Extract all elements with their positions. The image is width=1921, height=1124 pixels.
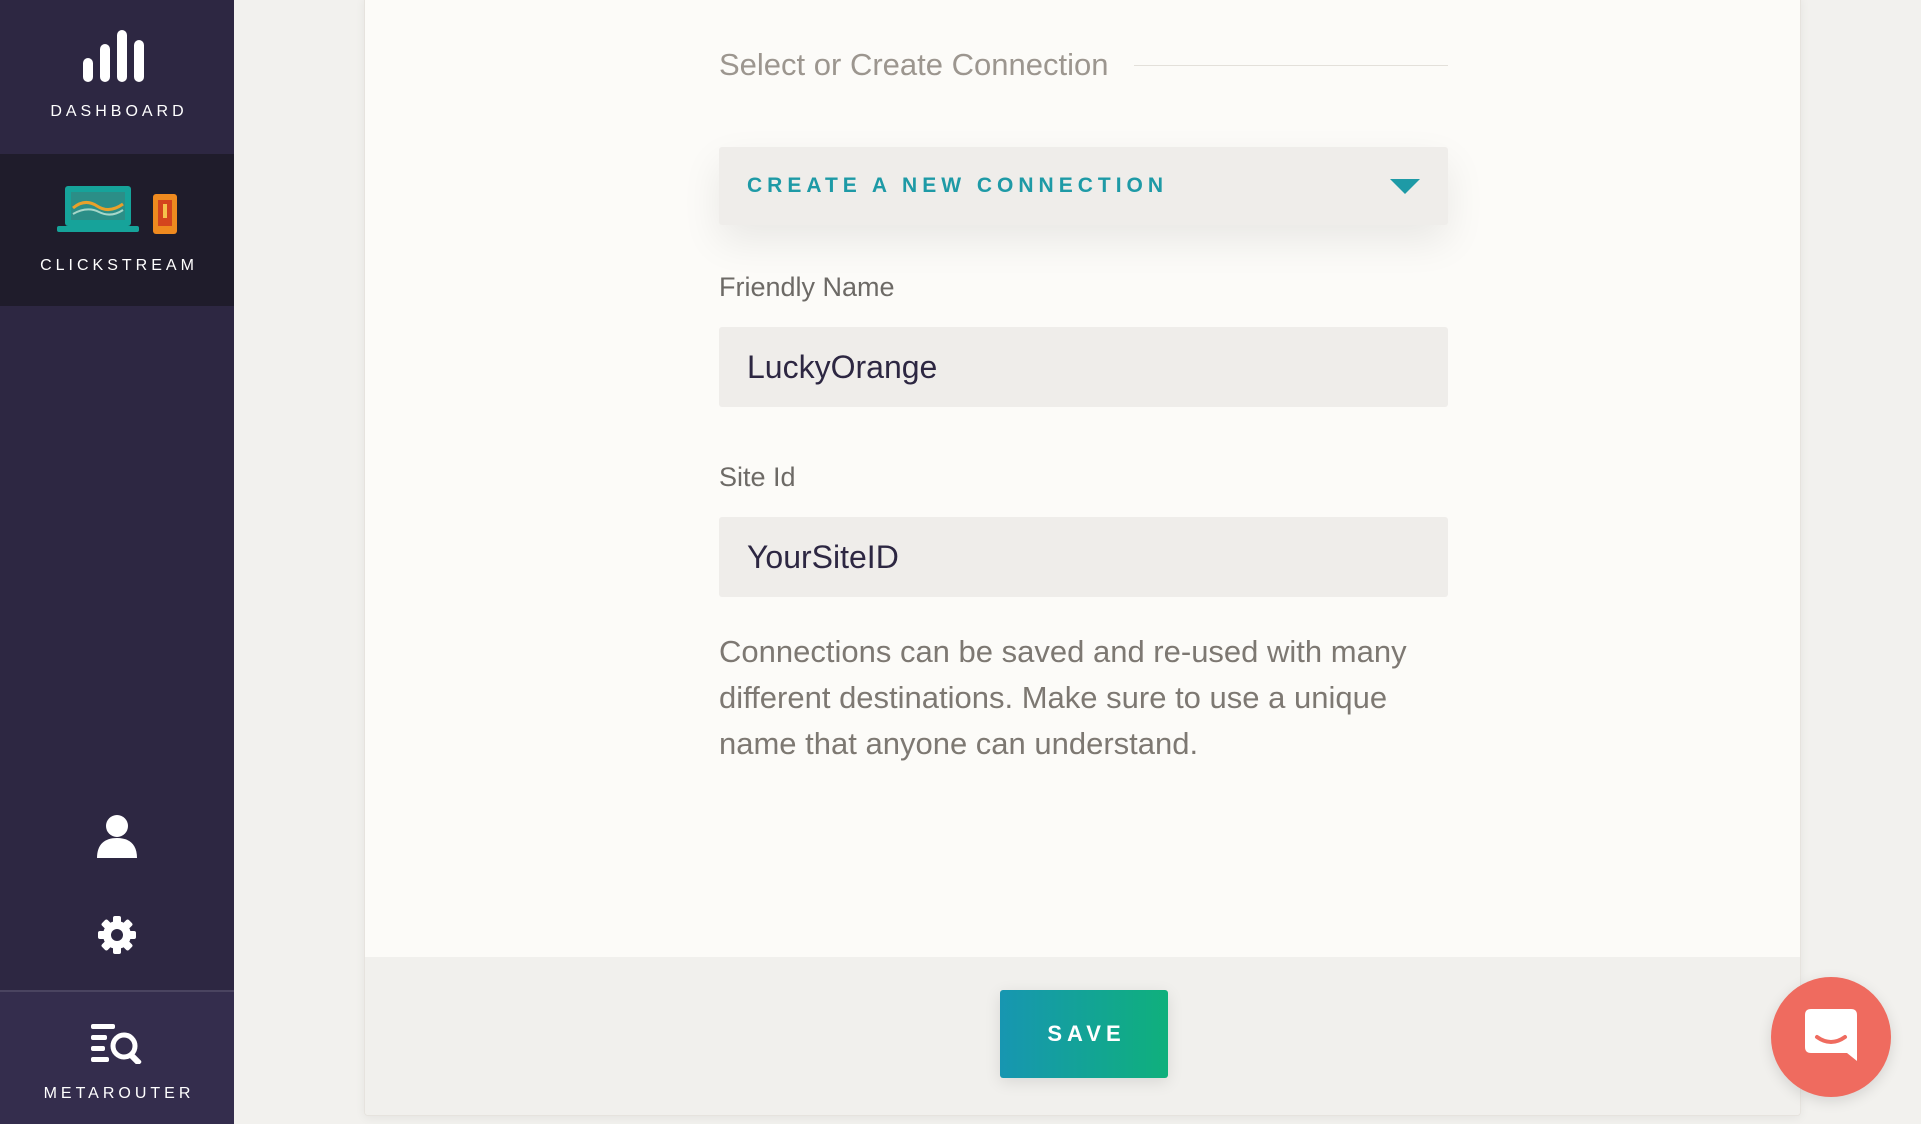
connection-select-value: CREATE A NEW CONNECTION	[747, 174, 1169, 197]
chat-launcher-button[interactable]	[1771, 977, 1891, 1097]
chevron-down-icon	[1390, 178, 1420, 194]
sidebar-item-dashboard[interactable]: DASHBOARD	[0, 0, 234, 154]
sidebar-item-label: CLICKSTREAM	[40, 257, 198, 274]
connection-form-card: Select or Create Connection CREATE A NEW…	[364, 0, 1801, 1116]
sidebar-item-label: METAROUTER	[43, 1085, 195, 1102]
laptop-phone-icon	[55, 184, 179, 241]
bar-chart-icon	[83, 30, 151, 87]
user-icon[interactable]	[0, 814, 234, 858]
chat-bubble-icon	[1803, 1007, 1859, 1068]
site-id-input[interactable]	[719, 517, 1448, 597]
gear-icon[interactable]	[0, 915, 234, 955]
sidebar-item-clickstream[interactable]: CLICKSTREAM	[0, 154, 234, 306]
section-header: Select or Create Connection	[719, 47, 1448, 83]
list-search-icon	[91, 1022, 143, 1069]
site-id-label: Site Id	[719, 462, 796, 492]
form-footer: SAVE	[365, 957, 1800, 1115]
section-divider	[1134, 64, 1448, 66]
help-text: Connections can be saved and re-used wit…	[719, 634, 1407, 761]
save-button[interactable]: SAVE	[1000, 990, 1168, 1078]
friendly-name-input[interactable]	[719, 327, 1448, 407]
sidebar: DASHBOARD CLICKSTREAM METAROUTER	[0, 0, 234, 1124]
connection-select[interactable]: CREATE A NEW CONNECTION	[719, 147, 1448, 225]
friendly-name-label: Friendly Name	[719, 272, 895, 302]
sidebar-item-label: DASHBOARD	[50, 103, 188, 120]
sidebar-item-metarouter[interactable]: METAROUTER	[0, 990, 234, 1124]
section-title: Select or Create Connection	[719, 47, 1109, 82]
